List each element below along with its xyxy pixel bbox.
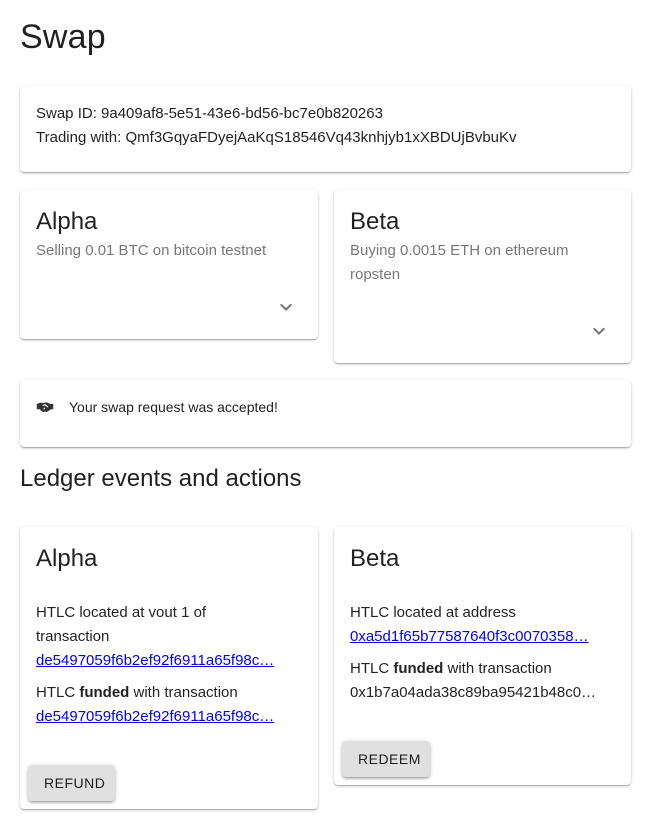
beta-subtitle: Buying 0.0015 ETH on ethereum ropsten [350, 242, 569, 283]
status-row: Your swap request was accepted! [36, 398, 615, 416]
page-title: Swap [20, 18, 106, 56]
section-title-ledger: Ledger events and actions [20, 465, 302, 492]
alpha-htlc-funded-event: HTLC funded with transaction de5497059f6… [36, 681, 302, 729]
alpha-funded-word: funded [79, 684, 130, 701]
beta-htlc-located-text: HTLC located at address [350, 604, 516, 621]
ledger-beta-events: HTLC located at address 0xa5d1f65b775876… [350, 601, 615, 705]
beta-title: Beta [350, 208, 400, 235]
chevron-down-icon[interactable] [587, 319, 611, 343]
ledger-beta-title: Beta [350, 545, 400, 572]
beta-summary-card: Beta Buying 0.0015 ETH on ethereum ropst… [334, 190, 631, 363]
alpha-funded-line: HTLC funded with transaction [36, 681, 302, 705]
beta-htlc-funded-event: HTLC funded with transaction 0x1b7a04ada… [350, 657, 615, 705]
beta-funded-suffix: with transaction [447, 660, 552, 677]
ledger-beta-card: Beta HTLC located at address 0xa5d1f65b7… [334, 527, 631, 785]
handshake-icon [36, 398, 54, 416]
swap-id-line: Swap ID: 9a409af8-5e51-43e6-bd56-bc7e0b8… [36, 102, 615, 126]
redeem-button[interactable]: REDEEM [342, 741, 430, 777]
ledger-alpha-events: HTLC located at vout 1 of transaction de… [36, 601, 302, 729]
beta-funded-value: 0x1b7a04ada38c89ba95421b48c0… [350, 684, 597, 701]
alpha-htlc-located-link[interactable]: de5497059f6b2ef92f6911a65f98c… [36, 649, 298, 673]
alpha-subtitle: Selling 0.01 BTC on bitcoin testnet [36, 242, 267, 259]
alpha-summary-card: Alpha Selling 0.01 BTC on bitcoin testne… [20, 190, 318, 339]
beta-htlc-located-event: HTLC located at address 0xa5d1f65b775876… [350, 601, 615, 649]
trading-with-value: Qmf3GqyaFDyejAaKqS18546Vq43knhjyb1xXBDUj… [125, 129, 517, 146]
ledger-alpha-title: Alpha [36, 545, 98, 572]
trading-with-label: Trading with: [36, 129, 122, 146]
swap-id-label: Swap ID: [36, 105, 97, 122]
alpha-title: Alpha [36, 208, 98, 235]
alpha-funded-prefix: HTLC [36, 684, 76, 701]
status-message: Your swap request was accepted! [69, 399, 278, 415]
status-card: Your swap request was accepted! [20, 380, 631, 447]
ledger-alpha-card: Alpha HTLC located at vout 1 of transact… [20, 527, 318, 809]
trading-with-line: Trading with: Qmf3GqyaFDyejAaKqS18546Vq4… [36, 126, 615, 150]
beta-htlc-located-link[interactable]: 0xa5d1f65b77587640f3c0070358… [350, 625, 612, 649]
beta-funded-word: funded [393, 660, 444, 677]
alpha-funded-suffix: with transaction [133, 684, 238, 701]
alpha-htlc-located-text: HTLC located at vout 1 of transaction [36, 604, 207, 645]
refund-button[interactable]: REFUND [28, 765, 115, 801]
swap-info-card: Swap ID: 9a409af8-5e51-43e6-bd56-bc7e0b8… [20, 86, 631, 172]
beta-funded-prefix: HTLC [350, 660, 390, 677]
alpha-funded-link[interactable]: de5497059f6b2ef92f6911a65f98c… [36, 705, 298, 729]
beta-funded-line: HTLC funded with transaction [350, 657, 615, 681]
alpha-htlc-located-event: HTLC located at vout 1 of transaction de… [36, 601, 302, 673]
swap-id-value: 9a409af8-5e51-43e6-bd56-bc7e0b820263 [101, 105, 383, 122]
chevron-down-icon[interactable] [274, 295, 298, 319]
